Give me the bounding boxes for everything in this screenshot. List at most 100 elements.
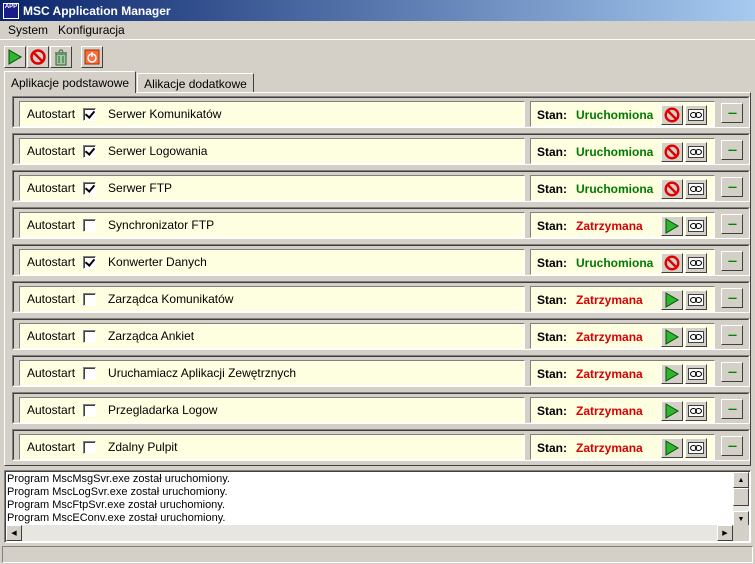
app-name: Uruchamiacz Aplikacji Zewętrznych	[108, 366, 297, 380]
app-status-box: Stan: Uruchomiona	[530, 138, 715, 164]
start-button[interactable]	[661, 364, 683, 384]
app-state: Uruchomiona	[576, 145, 654, 159]
scroll-up-icon[interactable]: ▲	[733, 472, 749, 488]
autostart-checkbox[interactable]	[83, 144, 97, 158]
window-title: MSC Application Manager	[23, 3, 171, 18]
app-name: Zarządca Komunikatów	[108, 292, 234, 306]
tab-aplikacje-podstawowe[interactable]: Aplikacje podstawowe	[4, 71, 137, 93]
more-options-button[interactable]: ---	[721, 140, 743, 160]
start-icon	[665, 403, 679, 419]
log-horizontal-scrollbar[interactable]: ◀ ▶	[6, 525, 733, 541]
autostart-checkbox[interactable]	[83, 366, 97, 380]
link-button[interactable]	[685, 438, 707, 458]
stan-label: Stan:	[537, 293, 567, 307]
app-state: Zatrzymana	[576, 293, 643, 307]
link-button[interactable]	[685, 216, 707, 236]
link-button[interactable]	[685, 401, 707, 421]
scroll-right-icon[interactable]: ▶	[717, 525, 733, 541]
link-button[interactable]	[685, 253, 707, 273]
autostart-checkbox[interactable]	[83, 440, 97, 454]
app-row: Autostart Serwer Logowania Stan: Uruchomion…	[12, 133, 750, 165]
stan-label: Stan:	[537, 367, 567, 381]
tab-strip: Aplikacje podstawowe Alikacje dodatkowe	[4, 71, 255, 93]
more-options-button[interactable]: ---	[721, 103, 743, 123]
menu-konfiguracja[interactable]: Konfiguracja	[53, 23, 130, 37]
link-icon	[688, 220, 704, 232]
app-row: Autostart Zarządca Ankiet Stan: Zatrzymana -…	[12, 318, 750, 350]
start-button[interactable]	[661, 216, 683, 236]
autostart-checkbox[interactable]	[83, 403, 97, 417]
autostart-checkbox[interactable]	[83, 255, 97, 269]
more-options-button[interactable]: ---	[721, 214, 743, 234]
app-name-box: Autostart Zarządca Komunikatów	[19, 286, 525, 312]
app-status-box: Stan: Zatrzymana	[530, 397, 715, 423]
link-button[interactable]	[685, 290, 707, 310]
app-status-box: Stan: Zatrzymana	[530, 323, 715, 349]
app-name: Serwer FTP	[108, 181, 173, 195]
app-icon[interactable]: APP	[3, 2, 19, 19]
vertical-scroll-thumb[interactable]	[733, 488, 749, 506]
app-state: Zatrzymana	[576, 404, 643, 418]
start-all-button[interactable]	[4, 46, 26, 68]
more-options-button[interactable]: ---	[721, 288, 743, 308]
app-state: Uruchomiona	[576, 256, 654, 270]
more-options-button[interactable]: ---	[721, 325, 743, 345]
log-vertical-scrollbar[interactable]: ▲ ▼	[733, 472, 749, 527]
link-button[interactable]	[685, 105, 707, 125]
start-icon	[665, 292, 679, 308]
start-button[interactable]	[661, 327, 683, 347]
menu-system[interactable]: System	[3, 23, 53, 37]
app-name: Zarządca Ankiet	[108, 329, 195, 343]
log-box[interactable]: Program MscMsgSvr.exe został uruchomiony…	[4, 470, 751, 543]
log-line: Program MscMsgSvr.exe został uruchomiony…	[7, 473, 230, 485]
autostart-checkbox[interactable]	[83, 329, 97, 343]
autostart-label: Autostart	[27, 366, 76, 380]
scroll-left-icon[interactable]: ◀	[6, 525, 22, 541]
link-button[interactable]	[685, 142, 707, 162]
autostart-label: Autostart	[27, 144, 76, 158]
autostart-checkbox[interactable]	[83, 292, 97, 306]
app-name-box: Autostart Przegladarka Logow	[19, 397, 525, 423]
app-status-box: Stan: Zatrzymana	[530, 360, 715, 386]
scroll-corner	[733, 525, 749, 541]
app-name-box: Autostart Serwer Logowania	[19, 138, 525, 164]
status-bar	[2, 546, 753, 563]
link-button[interactable]	[685, 179, 707, 199]
autostart-label: Autostart	[27, 292, 76, 306]
stan-label: Stan:	[537, 256, 567, 270]
stan-label: Stan:	[537, 145, 567, 159]
start-button[interactable]	[661, 438, 683, 458]
link-button[interactable]	[685, 364, 707, 384]
log-line: Program MscFtpSvr.exe został uruchomiony…	[7, 499, 226, 511]
app-state: Uruchomiona	[576, 182, 654, 196]
stop-button[interactable]	[661, 142, 683, 162]
shutdown-button[interactable]	[81, 46, 103, 68]
start-button[interactable]	[661, 401, 683, 421]
link-button[interactable]	[685, 327, 707, 347]
more-options-button[interactable]: ---	[721, 177, 743, 197]
more-options-button[interactable]: ---	[721, 436, 743, 456]
recycle-button[interactable]	[50, 46, 72, 68]
start-button[interactable]	[661, 290, 683, 310]
title-bar[interactable]: APP MSC Application Manager	[0, 0, 755, 21]
autostart-checkbox[interactable]	[83, 107, 97, 121]
more-options-button[interactable]: ---	[721, 251, 743, 271]
log-lines: Program MscMsgSvr.exe został uruchomiony…	[7, 473, 735, 525]
app-row: Autostart Zarządca Komunikatów Stan: Zatrzy…	[12, 281, 750, 313]
stan-label: Stan:	[537, 182, 567, 196]
stop-all-button[interactable]	[27, 46, 49, 68]
stop-button[interactable]	[661, 179, 683, 199]
app-name-box: Autostart Zarządca Ankiet	[19, 323, 525, 349]
stop-icon	[664, 144, 680, 160]
app-row: Autostart Przegladarka Logow Stan: Zatrzyma…	[12, 392, 750, 424]
more-options-button[interactable]: ---	[721, 399, 743, 419]
tab-aplikacje-dodatkowe[interactable]: Alikacje dodatkowe	[137, 73, 254, 93]
autostart-checkbox[interactable]	[83, 218, 97, 232]
stop-button[interactable]	[661, 105, 683, 125]
more-options-button[interactable]: ---	[721, 362, 743, 382]
stop-icon	[664, 255, 680, 271]
app-name: Konwerter Danych	[108, 255, 207, 269]
stop-button[interactable]	[661, 253, 683, 273]
autostart-checkbox[interactable]	[83, 181, 97, 195]
app-name: Zdalny Pulpit	[108, 440, 178, 454]
